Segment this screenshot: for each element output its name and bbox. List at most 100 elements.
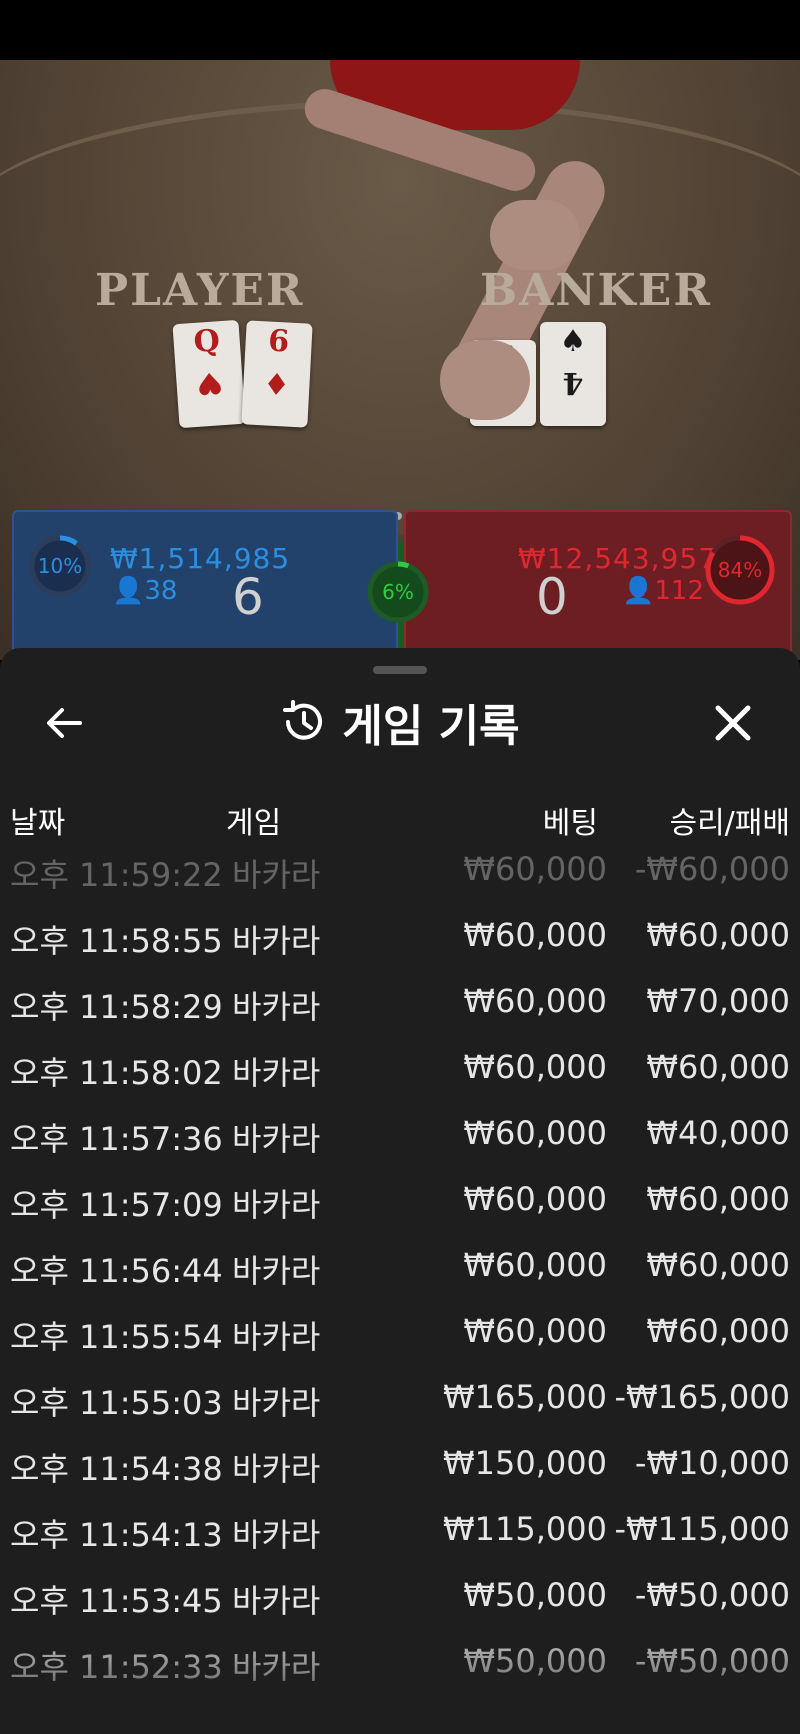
row-bet: ₩60,000 [463, 850, 607, 888]
card-suit: ♦ [262, 364, 291, 401]
row-bet: ₩115,000 [443, 1510, 607, 1548]
close-icon [715, 705, 751, 741]
row-game: 바카라 [232, 1384, 321, 1422]
tie-percent-ring: 6% [366, 560, 430, 624]
player-card-2: 6 ♦ [241, 320, 313, 428]
row-result: -₩10,000 [634, 1444, 790, 1482]
row-game: 바카라 [232, 1450, 321, 1488]
column-header-game[interactable]: 게임 [226, 798, 281, 842]
history-icon [283, 700, 323, 740]
row-bet: ₩60,000 [463, 1180, 607, 1218]
row-bet: ₩60,000 [463, 1246, 607, 1284]
card-rank: 6 [267, 323, 291, 360]
row-game: 바카라 [232, 856, 321, 894]
row-date: 오후 11:58:55 [10, 922, 223, 960]
row-result: ₩60,000 [646, 1312, 790, 1350]
row-date: 오후 11:58:29 [10, 988, 223, 1026]
player-score: 6 [232, 568, 264, 626]
row-date: 오후 11:55:54 [10, 1318, 223, 1356]
sheet-title: 게임 기록 [342, 701, 520, 752]
tie-percent: 6% [382, 580, 414, 604]
row-bet: ₩60,000 [463, 1114, 607, 1152]
column-header-result[interactable]: 승리/패배 [669, 798, 790, 842]
history-row[interactable]: 오후 11:57:09 바카라 ₩60,000 ₩60,000 [0, 1174, 800, 1240]
player-bettor-count: 👤38 [112, 576, 177, 606]
row-date: 오후 11:57:09 [10, 1186, 223, 1224]
row-result: ₩60,000 [646, 1048, 790, 1086]
history-row[interactable]: 오후 11:54:38 바카라 ₩150,000 -₩10,000 [0, 1438, 800, 1504]
row-bet: ₩60,000 [463, 916, 607, 954]
row-result: ₩40,000 [646, 1114, 790, 1152]
banker-zone-label: BANKER [480, 265, 712, 316]
row-game: 바카라 [232, 1318, 321, 1356]
user-icon: 👤 [622, 576, 655, 606]
row-game: 바카라 [232, 1120, 321, 1158]
dealer-hand [490, 200, 580, 270]
game-history-sheet: 게임 기록 날짜 게임 베팅 승리/패배 오후 11:59:22 바카라 ₩60,0… [0, 648, 800, 1734]
close-button[interactable] [708, 698, 758, 748]
status-bar [0, 0, 800, 60]
card-suit: ♠ [559, 324, 587, 359]
row-result: -₩50,000 [634, 1576, 790, 1614]
column-header-date[interactable]: 날짜 [10, 798, 65, 842]
row-result: ₩60,000 [646, 916, 790, 954]
row-bet: ₩60,000 [463, 982, 607, 1020]
scroll-fade [0, 1614, 800, 1734]
row-bet: ₩50,000 [463, 1576, 607, 1614]
row-game: 바카라 [232, 1186, 321, 1224]
player-percent-ring: 10% [28, 534, 92, 598]
card-rank: 4 [562, 365, 584, 400]
row-game: 바카라 [232, 1054, 321, 1092]
player-zone-label: PLAYER [95, 265, 305, 316]
history-list[interactable]: 오후 11:59:22 바카라 ₩60,000 -₩60,000 오후 11:58:55… [0, 844, 800, 1702]
row-game: 바카라 [232, 988, 321, 1026]
history-row[interactable]: 오후 11:58:29 바카라 ₩60,000 ₩70,000 [0, 976, 800, 1042]
banker-bet-area[interactable]: ₩12,543,957 👤112 0 84% [404, 510, 792, 664]
banker-percent-ring: 84% [704, 534, 776, 606]
row-game: 바카라 [232, 922, 321, 960]
player-bettor-number: 38 [144, 576, 178, 606]
column-header-bet[interactable]: 베팅 [543, 798, 598, 842]
row-bet: ₩150,000 [443, 1444, 607, 1482]
row-result: ₩70,000 [646, 982, 790, 1020]
user-icon: 👤 [112, 576, 145, 606]
history-row[interactable]: 오후 11:58:55 바카라 ₩60,000 ₩60,000 [0, 910, 800, 976]
row-bet: ₩60,000 [463, 1312, 607, 1350]
row-bet: ₩60,000 [463, 1048, 607, 1086]
row-result: ₩60,000 [646, 1246, 790, 1284]
banker-bettor-number: 112 [654, 576, 705, 606]
history-row[interactable]: 오후 11:55:54 바카라 ₩60,000 ₩60,000 [0, 1306, 800, 1372]
row-date: 오후 11:57:36 [10, 1120, 223, 1158]
row-result: -₩60,000 [634, 850, 790, 888]
drag-handle[interactable] [373, 666, 427, 674]
player-card-1: Q ♥ [172, 319, 246, 429]
player-bet-area[interactable]: 10% ₩1,514,985 👤38 6 [12, 510, 398, 664]
card-rank: Q [192, 323, 221, 360]
dealer-hand [440, 340, 530, 420]
card-suit: ♥ [194, 364, 225, 401]
row-result: -₩165,000 [614, 1378, 790, 1416]
row-date: 오후 11:55:03 [10, 1384, 223, 1422]
history-row[interactable]: 오후 11:59:22 바카라 ₩60,000 -₩60,000 [0, 844, 800, 910]
row-date: 오후 11:59:22 [10, 856, 223, 894]
history-row[interactable]: 오후 11:57:36 바카라 ₩60,000 ₩40,000 [0, 1108, 800, 1174]
history-row[interactable]: 오후 11:58:02 바카라 ₩60,000 ₩60,000 [0, 1042, 800, 1108]
row-game: 바카라 [232, 1516, 321, 1554]
banker-bettor-count: 👤112 [622, 576, 704, 606]
row-result: ₩60,000 [646, 1180, 790, 1218]
row-bet: ₩165,000 [443, 1378, 607, 1416]
history-row[interactable]: 오후 11:54:13 바카라 ₩115,000 -₩115,000 [0, 1504, 800, 1570]
row-result: -₩115,000 [614, 1510, 790, 1548]
sheet-header: 게임 기록 [0, 690, 800, 754]
banker-score: 0 [536, 568, 568, 626]
banker-card-2: ♠ 4 [540, 322, 606, 426]
banker-percent: 84% [717, 558, 763, 582]
row-date: 오후 11:54:38 [10, 1450, 223, 1488]
row-game: 바카라 [232, 1252, 321, 1290]
history-row[interactable]: 오후 11:55:03 바카라 ₩165,000 -₩165,000 [0, 1372, 800, 1438]
row-date: 오후 11:54:13 [10, 1516, 223, 1554]
row-date: 오후 11:56:44 [10, 1252, 223, 1290]
player-percent: 10% [37, 554, 83, 578]
history-row[interactable]: 오후 11:56:44 바카라 ₩60,000 ₩60,000 [0, 1240, 800, 1306]
row-date: 오후 11:58:02 [10, 1054, 223, 1092]
